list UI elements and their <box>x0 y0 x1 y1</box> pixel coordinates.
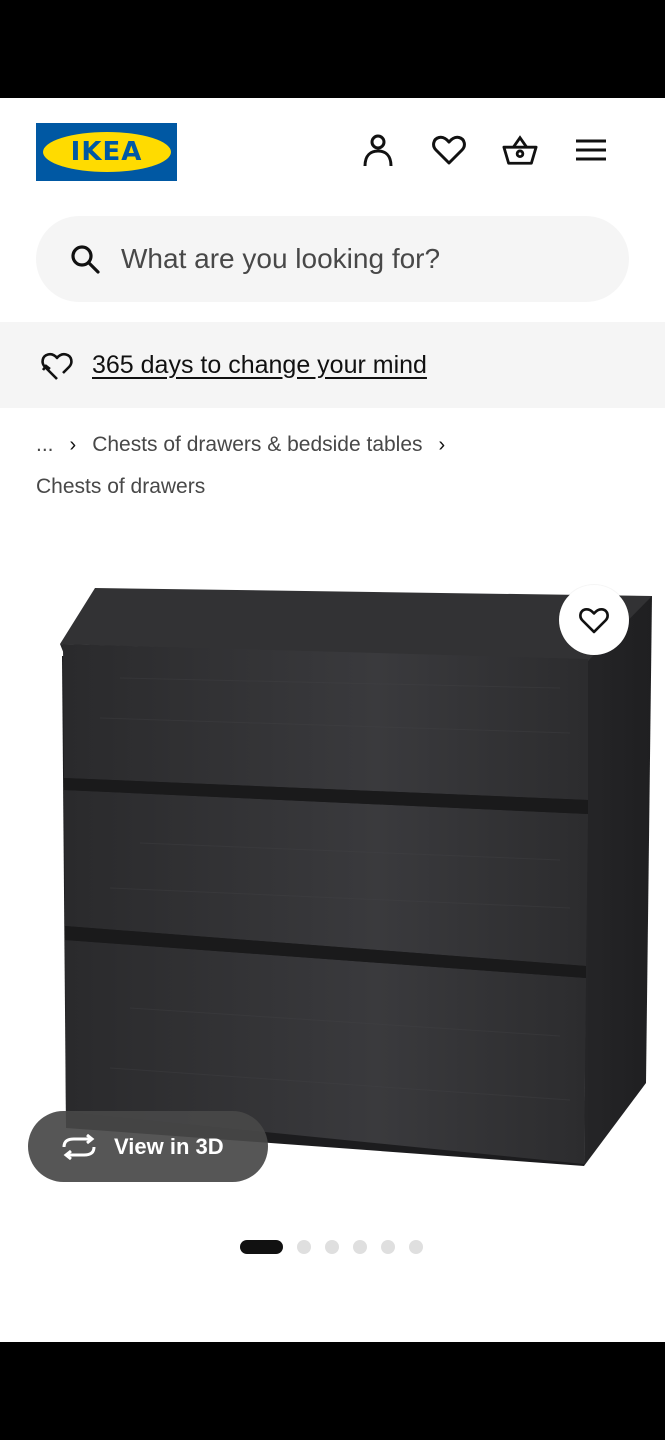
heart-return-icon <box>41 352 73 380</box>
breadcrumb-item-chests-bedside[interactable]: Chests of drawers & bedside tables <box>92 430 422 460</box>
pager-dot[interactable] <box>297 1240 311 1254</box>
pager-dot[interactable] <box>325 1240 339 1254</box>
pager-dot[interactable] <box>409 1240 423 1254</box>
chevron-right-icon: › <box>69 434 77 456</box>
pager-dot[interactable] <box>381 1240 395 1254</box>
heart-icon <box>579 607 609 633</box>
pager-dot[interactable] <box>240 1240 283 1254</box>
ikea-logo[interactable]: IKEA <box>36 123 177 181</box>
header-actions <box>360 130 609 170</box>
system-nav-bar <box>0 1342 665 1440</box>
status-bar <box>0 0 665 98</box>
add-to-favourites-button[interactable] <box>559 585 629 655</box>
rotate-3d-icon <box>62 1133 96 1160</box>
product-page: IKEA What are you looking for? 365 days … <box>0 98 665 1342</box>
person-icon[interactable] <box>360 130 396 170</box>
basket-icon[interactable] <box>502 130 538 170</box>
search-bar[interactable] <box>36 216 629 302</box>
heart-icon[interactable] <box>431 130 467 170</box>
view-in-3d-label: View in 3D <box>114 1133 224 1159</box>
breadcrumb-ellipsis[interactable]: ... <box>36 430 54 460</box>
breadcrumb: ... › Chests of drawers & bedside tables… <box>36 430 636 502</box>
pager-dot[interactable] <box>353 1240 367 1254</box>
view-in-3d-button[interactable]: View in 3D <box>28 1111 268 1182</box>
search-icon <box>71 245 100 274</box>
return-policy-link[interactable]: 365 days to change your mind <box>92 351 427 380</box>
breadcrumb-item-chests[interactable]: Chests of drawers <box>36 472 205 502</box>
chevron-right-icon: › <box>438 434 446 456</box>
hamburger-menu-icon[interactable] <box>573 130 609 170</box>
logo-text: IKEA <box>70 137 143 167</box>
image-pager <box>240 1240 423 1254</box>
return-policy-banner: 365 days to change your mind <box>0 322 665 408</box>
search-input[interactable] <box>121 243 581 275</box>
